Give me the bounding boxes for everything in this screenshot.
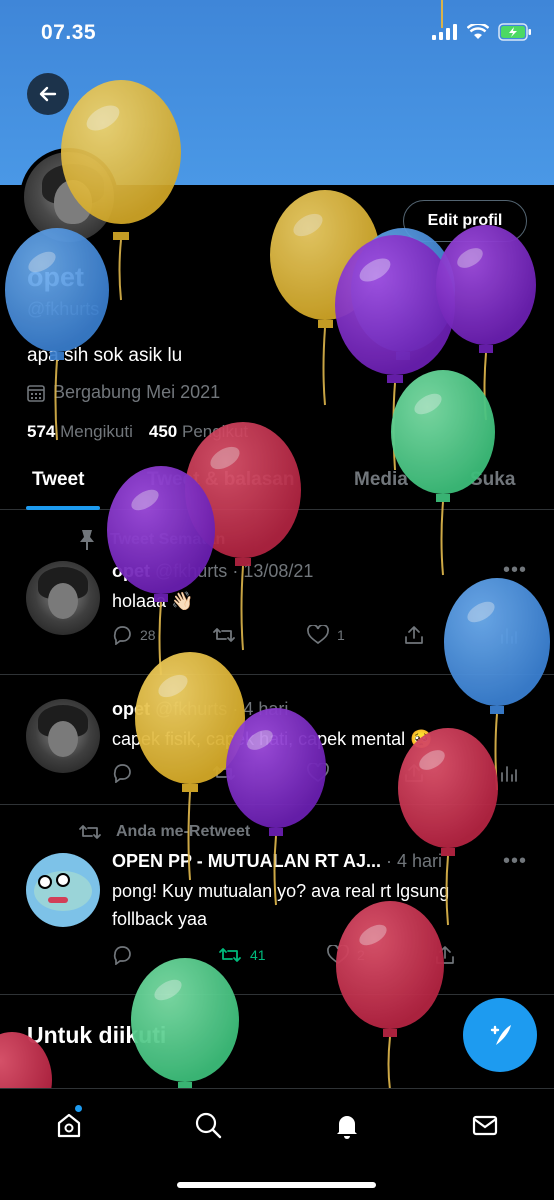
share-icon: [436, 946, 454, 964]
home-indicator: [177, 1182, 376, 1188]
reply-icon: [113, 626, 131, 645]
retweet-icon: [213, 628, 235, 642]
retweet-label: Anda me-Retweet: [78, 822, 250, 842]
pinned-label: Tweet Sematan: [78, 529, 225, 551]
tweet-text: capek fisik, capek hati, capek mental 🥺: [112, 729, 433, 749]
notification-dot: [75, 1105, 82, 1112]
share-button[interactable]: [404, 763, 424, 783]
edit-profile-button[interactable]: Edit profil: [403, 200, 527, 242]
like-button[interactable]: 2: [327, 945, 365, 965]
nav-home[interactable]: [51, 1105, 87, 1143]
retweet-button[interactable]: 41: [218, 945, 266, 965]
joined-text: Bergabung Mei 2021: [53, 382, 221, 402]
profile-avatar[interactable]: [20, 148, 118, 246]
like-icon: [307, 625, 329, 645]
tweet-text: pong! Kuy mutualan yo? ava real rt lgsun…: [112, 881, 450, 929]
following-link[interactable]: 574 Mengikuti: [27, 422, 133, 442]
like-button[interactable]: [307, 763, 329, 783]
status-bar: 07.35: [0, 0, 554, 66]
share-icon: [405, 626, 423, 644]
signal-icon: [432, 24, 457, 40]
reply-icon: [113, 946, 131, 965]
retweet-icon: [219, 948, 241, 962]
balloon: [270, 190, 380, 406]
tab-tweet[interactable]: Tweet: [32, 469, 84, 491]
back-button[interactable]: [27, 73, 69, 115]
compose-icon: [490, 1025, 511, 1045]
home-icon: [57, 1113, 81, 1138]
bell-icon: [337, 1116, 357, 1139]
status-icons: [432, 23, 532, 41]
reply-button[interactable]: [112, 763, 132, 783]
nav-notifications[interactable]: [329, 1107, 365, 1143]
tweet-item[interactable]: Tweet Sematan opet @fkhurts · 13/08/21 •…: [0, 511, 554, 675]
tweet-avatar[interactable]: [26, 699, 100, 773]
active-tab-indicator: [26, 506, 100, 510]
retweet-icon: [79, 825, 101, 839]
reply-icon: [113, 764, 131, 783]
tweet-item[interactable]: opet @fkhurts · 4 hari capek fisik, cape…: [0, 675, 554, 805]
tab-tweet-balasan[interactable]: Tweet & balasan: [147, 469, 294, 491]
share-icon: [405, 764, 423, 782]
profile-handle: @fkhurts: [27, 299, 100, 319]
tweet-actions: 41 2: [112, 945, 522, 969]
profile-tabs: Tweet Tweet & balasan Media Suka: [0, 452, 554, 510]
share-button[interactable]: [435, 945, 455, 965]
analytics-icon: [501, 766, 517, 782]
wifi-icon: [467, 24, 489, 39]
profile-name: opet: [27, 262, 84, 292]
profile-bio: apa sih sok asik lu: [27, 345, 183, 366]
tweet-header: opet @fkhurts · 13/08/21: [112, 561, 314, 581]
more-options-icon[interactable]: •••: [503, 559, 527, 582]
like-icon: [327, 945, 349, 965]
analytics-button[interactable]: [500, 625, 518, 645]
tweet-text: holaaa 👋🏻: [112, 591, 194, 611]
balloon: [351, 228, 455, 360]
more-options-icon[interactable]: •••: [503, 850, 527, 873]
profile-joined: Bergabung Mei 2021: [27, 382, 220, 403]
tab-suka[interactable]: Suka: [470, 469, 515, 491]
analytics-icon: [501, 628, 517, 644]
retweet-button[interactable]: [212, 763, 236, 783]
like-icon: [307, 763, 329, 783]
nav-messages[interactable]: [467, 1107, 503, 1143]
compose-tweet-button[interactable]: [463, 998, 537, 1072]
analytics-button[interactable]: [500, 763, 518, 783]
retweet-button[interactable]: [212, 625, 236, 645]
back-arrow-icon: [39, 86, 57, 102]
share-button[interactable]: [404, 625, 424, 645]
balloon: [5, 228, 109, 441]
retweet-icon: [213, 766, 235, 780]
tweet-avatar[interactable]: [26, 853, 100, 927]
battery-icon: [498, 23, 531, 41]
tweet-actions: [112, 763, 522, 787]
balloon: [436, 225, 536, 421]
followers-link[interactable]: 450 Pengikut: [149, 422, 248, 442]
tab-media[interactable]: Media: [354, 469, 408, 491]
search-icon: [195, 1112, 222, 1139]
status-time: 07.35: [41, 21, 97, 44]
tweet-header: opet @fkhurts · 4 hari: [112, 699, 289, 719]
pin-icon: [80, 530, 94, 550]
calendar-icon: [27, 384, 45, 402]
balloon: [335, 235, 455, 471]
reply-button[interactable]: [112, 945, 132, 965]
tweet-item[interactable]: Anda me-Retweet OPEN PP - MUTUALAN RT AJ…: [0, 805, 554, 995]
tweet-header: OPEN PP - MUTUALAN RT AJ... · 4 hari: [112, 851, 443, 871]
nav-search[interactable]: [190, 1107, 226, 1143]
tweet-avatar[interactable]: [26, 561, 100, 635]
tweet-actions: 28 1: [112, 625, 522, 649]
suggestions-title: Untuk diikuti: [27, 1022, 167, 1048]
reply-button[interactable]: 28: [112, 625, 156, 645]
follow-stats: 574 Mengikuti 450 Pengikut: [27, 422, 248, 442]
like-button[interactable]: 1: [307, 625, 345, 645]
mail-icon: [472, 1115, 498, 1136]
